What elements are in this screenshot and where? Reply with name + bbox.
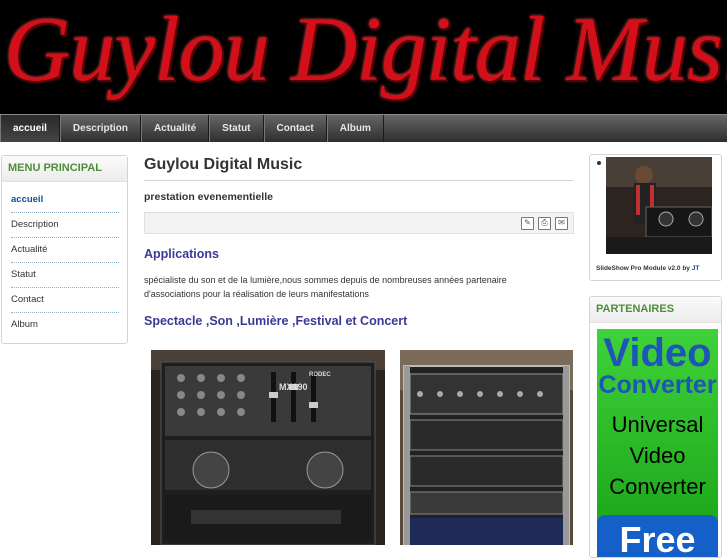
email-icon[interactable]: ✉ — [555, 217, 568, 230]
nav-item-statut[interactable]: Statut — [209, 115, 264, 142]
article-subtitle: prestation evenementielle — [144, 191, 273, 203]
main-menu-list: accueil Description Actualité Statut Con… — [2, 182, 127, 337]
partners-title: PARTENAIRES — [590, 297, 721, 323]
menu-item-actualite[interactable]: Actualité — [11, 238, 119, 263]
main-content: Guylou Digital Music prestation evenemen… — [144, 154, 574, 328]
slideshow-credit-link[interactable]: JT — [692, 265, 700, 272]
slideshow-photo[interactable] — [606, 157, 712, 254]
mixer-photo: MX190 RODEC — [151, 350, 385, 545]
nav-item-album[interactable]: Album — [326, 115, 384, 142]
slideshow-module: SlideShow Pro Module v2.0 by JT — [589, 154, 722, 281]
print-icon[interactable]: ⎙ — [538, 217, 551, 230]
slideshow-bullet — [597, 161, 601, 165]
ad-free-button[interactable]: Free — [597, 515, 718, 557]
menu-item-description[interactable]: Description — [11, 213, 119, 238]
ad-line-video: Video — [603, 331, 712, 375]
ad-line-converter-2: Converter — [609, 474, 706, 499]
menu-item-accueil[interactable]: accueil — [11, 188, 119, 213]
ad-line-converter: Converter — [598, 371, 717, 399]
section-text: spécialiste du son et de la lumière,nous… — [144, 273, 574, 301]
section-text-line-2: d'associations pour la réalisation de le… — [144, 289, 369, 299]
site-banner: Guylou Digital Music — [0, 0, 727, 114]
banner-title: Guylou Digital Music — [4, 0, 727, 100]
mixer-model-label: MX190 — [279, 382, 308, 392]
edit-icon[interactable]: ✎ — [521, 217, 534, 230]
menu-item-statut[interactable]: Statut — [11, 263, 119, 288]
article-toolbar: ✎ ⎙ ✉ — [144, 212, 574, 234]
menu-item-album[interactable]: Album — [11, 313, 119, 337]
section-heading-applications: Applications — [144, 247, 220, 261]
menu-item-contact[interactable]: Contact — [11, 288, 119, 313]
slideshow-credit: SlideShow Pro Module v2.0 by JT — [596, 265, 699, 272]
ad-line-video-2: Video — [629, 443, 686, 468]
video-converter-ad[interactable]: Video Converter Universal Video Converte… — [597, 329, 718, 557]
nav-item-accueil[interactable]: accueil — [0, 115, 60, 142]
rack-photo — [400, 350, 573, 545]
main-menu-title: MENU PRINCIPAL — [2, 156, 127, 182]
partners-module: PARTENAIRES Video Converter Universal Vi… — [589, 296, 722, 558]
section-text-line-1: spécialiste du son et de la lumière,nous… — [144, 275, 507, 285]
mixer-brand-label: RODEC — [309, 372, 331, 378]
page-title: Guylou Digital Music — [144, 154, 574, 181]
top-nav: accueil Description Actualité Statut Con… — [0, 114, 727, 142]
slideshow-credit-text: SlideShow Pro Module v2.0 by — [596, 265, 690, 272]
nav-item-description[interactable]: Description — [59, 115, 141, 142]
nav-item-actualite[interactable]: Actualité — [140, 115, 210, 142]
ad-line-subtitle: Universal Video Converter — [597, 409, 718, 502]
section-heading-spectacle: Spectacle ,Son ,Lumière ,Festival et Con… — [144, 314, 408, 328]
nav-item-contact[interactable]: Contact — [263, 115, 327, 142]
ad-line-universal: Universal — [611, 412, 704, 437]
main-menu: MENU PRINCIPAL accueil Description Actua… — [1, 155, 128, 344]
